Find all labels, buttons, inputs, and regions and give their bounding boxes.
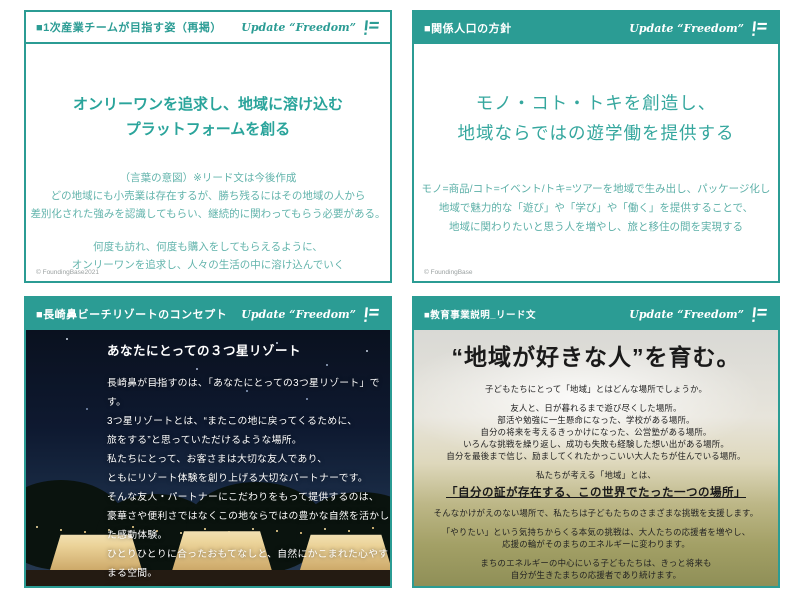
slide-1-main-heading: オンリーワンを追求し、地域に溶け込む プラットフォームを創る bbox=[72, 96, 343, 138]
slide-3-header-title: ■長崎鼻ビーチリゾートのコンセプト bbox=[36, 309, 228, 321]
slide-3-beach-resort-concept: ■長崎鼻ビーチリゾートのコンセプト Update “Freedom” あなたにと… bbox=[24, 296, 392, 588]
slide-1-copyright: © FoundingBase2021 bbox=[36, 269, 99, 276]
string-lights-decoration bbox=[36, 526, 38, 528]
brand-mark: Update “Freedom” bbox=[241, 306, 380, 323]
slide-4-header: ■教育事業説明_リード文 Update “Freedom” bbox=[414, 298, 778, 330]
slide-4-header-title: ■教育事業説明_リード文 bbox=[424, 310, 537, 321]
slide-2-copyright: © FoundingBase bbox=[424, 269, 473, 276]
slide-2-related-population: ■関係人口の方針 Update “Freedom” モノ・コト・トキを創造し、地… bbox=[412, 10, 780, 283]
flag-icon bbox=[752, 20, 767, 36]
slide-3-paragraph-3: ひとりひとりに合ったおもてなしと、自然にかこまれた心やすまる空間。私たちは、お客… bbox=[107, 549, 389, 579]
slide-4-paragraph-3-intro: 私たちが考える「地域」とは、 bbox=[536, 470, 656, 480]
brand-script-label: Update “Freedom” bbox=[629, 21, 744, 35]
slide-4-paragraph-1: 子どもたちにとって「地域」とはどんな場所でしょうか。 bbox=[484, 384, 708, 394]
brand-mark: Update “Freedom” bbox=[629, 306, 768, 323]
slide-4-paragraph-6: まちのエネルギーの中心にいる子どもたちは、きっと将来も 自分が生きたまちの応援者で… bbox=[480, 558, 712, 580]
brand-script-label: Update “Freedom” bbox=[241, 20, 356, 34]
slide-4-text-block: “地域が好きな人”を育む。 子どもたちにとって「地域」とはどんな場所でしょうか。… bbox=[414, 338, 778, 586]
slide-4-title: “地域が好きな人”を育む。 bbox=[451, 344, 741, 370]
slide-4-education-lead: ■教育事業説明_リード文 Update “Freedom” “地域が好きな人”を… bbox=[412, 296, 780, 588]
flag-icon bbox=[364, 19, 379, 35]
slide-3-text-block: あなたにとっての３つ星リゾート 長崎鼻が目指すのは、「あなたにとっての3つ星リゾ… bbox=[107, 340, 390, 586]
flag-icon bbox=[364, 306, 379, 322]
slide-2-main-heading: モノ・コト・トキを創造し、 地域ならではの遊学働を提供する bbox=[457, 93, 735, 143]
slide-grid: ■1次産業チームが目指す姿（再掲） Update “Freedom” オンリーワ… bbox=[0, 0, 800, 600]
slide-4-paragraph-5: 「やりたい」という気持ちからくる本気の挑戦は、大人たちの応援者を増やし、 応援の輪… bbox=[441, 527, 751, 549]
slide-1-body-intent: （言葉の意図）※リード文は今後作成 どの地域にも小売業は存在するが、勝ち残るにはそ… bbox=[30, 172, 386, 220]
stars-decoration bbox=[66, 338, 68, 340]
slide-2-header: ■関係人口の方針 Update “Freedom” bbox=[414, 12, 778, 44]
brand-script-label: Update “Freedom” bbox=[241, 307, 356, 321]
slide-1-primary-industry: ■1次産業チームが目指す姿（再掲） Update “Freedom” オンリーワ… bbox=[24, 10, 392, 283]
slide-2-body: モノ=商品/コト=イベント/トキ=ツアーを地域で生み出し、パッケージ化し 地域で魅… bbox=[421, 183, 771, 233]
slide-4-paragraph-4: そんなかけがえのない場所で、私たちは子どもたちのさまざまな挑戦を支援します。 bbox=[433, 508, 759, 518]
slide-3-header: ■長崎鼻ビーチリゾートのコンセプト Update “Freedom” bbox=[26, 298, 390, 330]
slide-3-title: あなたにとっての３つ星リゾート bbox=[107, 344, 302, 358]
slide-2-header-title: ■関係人口の方針 bbox=[424, 23, 512, 35]
slide-4-emphasized-definition: 「自分の証が存在する、この世界でたった一つの場所」 bbox=[446, 487, 746, 499]
brand-mark: Update “Freedom” bbox=[241, 19, 380, 36]
slide-3-paragraph-1: 長崎鼻が目指すのは、「あなたにとっての3つ星リゾート」です。 3つ星リゾートとは、… bbox=[107, 378, 380, 446]
slide-1-header: ■1次産業チームが目指す姿（再掲） Update “Freedom” bbox=[26, 12, 390, 44]
flag-icon bbox=[752, 306, 767, 322]
slide-3-paragraph-2: 私たちにとって、お客さまは大切な友人であり、 ともにリゾート体験を創り上げる大切な… bbox=[107, 454, 390, 541]
brand-script-label: Update “Freedom” bbox=[629, 307, 744, 321]
slide-4-paragraph-2: 友人と、日が暮れるまで遊び尽くした場所。 部活や勉強に一生懸命になった、学校がある… bbox=[446, 403, 746, 461]
brand-mark: Update “Freedom” bbox=[629, 20, 768, 37]
slide-1-header-title: ■1次産業チームが目指す姿（再掲） bbox=[36, 22, 222, 34]
